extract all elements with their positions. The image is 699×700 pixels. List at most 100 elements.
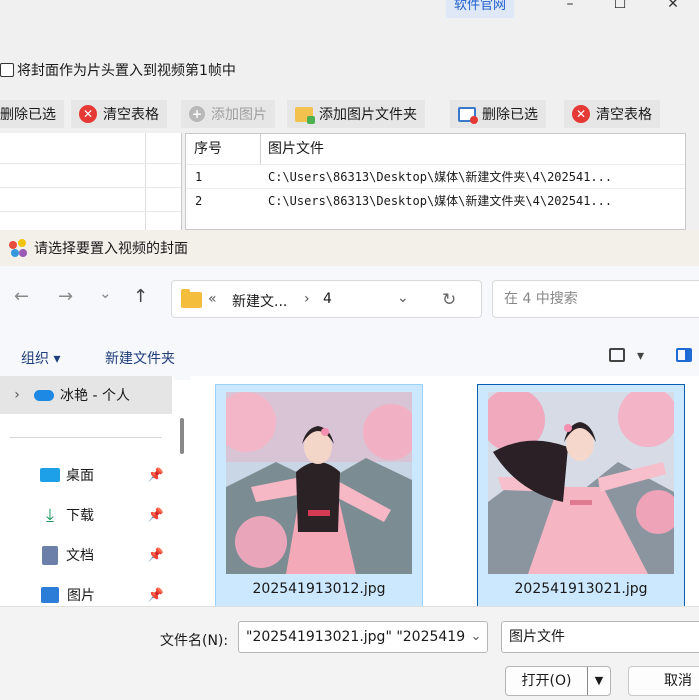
minimize-button[interactable]: – (560, 0, 580, 14)
open-dropdown-arrow-icon[interactable]: ▼ (588, 667, 610, 695)
pin-icon: 📌 (147, 587, 164, 603)
thumbnail-image-2 (488, 392, 674, 574)
breadcrumb-folder[interactable]: 新建文... (232, 291, 287, 311)
sidebar-item-downloads[interactable]: ⤓ 下载 📌 (0, 496, 172, 534)
refresh-icon[interactable]: ↻ (442, 290, 456, 310)
sidebar-item-onedrive[interactable]: › 冰艳 - 个人 (0, 376, 172, 414)
add-image-button[interactable]: + 添加图片 (181, 100, 275, 128)
file-name-input[interactable]: "202541913021.jpg" "20254191 ⌄ (238, 621, 488, 653)
command-bar: 组织 ▾ 新建文件夹 ▾ (0, 332, 699, 380)
table-row[interactable]: 1 C:\Users\86313\Desktop\媒体\新建文件夹\4\2025… (186, 164, 685, 188)
image-thumbnail (488, 392, 674, 574)
clear-table-button-left[interactable]: ✕ 清空表格 (71, 100, 167, 128)
breadcrumb-separator[interactable]: › (304, 291, 310, 307)
add-circle-icon: + (189, 106, 205, 122)
file-name: 202541913012.jpg (252, 581, 386, 597)
desktop-icon (40, 468, 60, 482)
sidebar-scrollbar[interactable] (180, 418, 184, 454)
cover-first-frame-label: 将封面作为片头置入到视频第1帧中 (17, 63, 236, 79)
pin-icon: 📌 (147, 547, 164, 563)
delete-selected-icon (458, 106, 478, 124)
add-image-folder-button[interactable]: 添加图片文件夹 (287, 100, 425, 128)
app-logo-icon (9, 238, 28, 258)
background-app-window: 软件官网 – ☐ ✕ 将封面作为片头置入到视频第1帧中 删除已选 ✕ 清空表格 … (0, 0, 699, 230)
dialog-title: 请选择要置入视频的封面 (34, 241, 188, 257)
close-button[interactable]: ✕ (663, 0, 683, 14)
download-icon: ⤓ (46, 504, 54, 526)
pin-icon: 📌 (147, 467, 164, 483)
clear-table-label-left: 清空表格 (103, 107, 159, 123)
cover-first-frame-checkbox[interactable] (0, 63, 14, 77)
cover-first-frame-option[interactable]: 将封面作为片头置入到视频第1帧中 (0, 60, 236, 80)
column-header-index[interactable]: 序号 (194, 134, 222, 164)
pictures-icon (41, 587, 59, 603)
add-image-folder-label: 添加图片文件夹 (319, 107, 417, 123)
dialog-title-bar: 请选择要置入视频的封面 (0, 230, 699, 266)
document-icon (42, 545, 58, 565)
breadcrumb-overflow[interactable]: « (208, 291, 217, 307)
up-arrow-icon[interactable]: ↑ (133, 286, 148, 307)
sidebar-item-label: 冰艳 - 个人 (60, 388, 130, 404)
cancel-button[interactable]: 取消 (628, 666, 699, 696)
clear-table-button[interactable]: ✕ 清空表格 (564, 100, 660, 128)
image-file-table: 序号 图片文件 1 C:\Users\86313\Desktop\媒体\新建文件… (185, 133, 686, 230)
column-header-file[interactable]: 图片文件 (268, 134, 324, 164)
open-button[interactable]: 打开(O) ▼ (505, 666, 611, 696)
maximize-button[interactable]: ☐ (610, 0, 630, 14)
navigation-pane: › 冰艳 - 个人 桌面 📌 ⤓ 下载 📌 文档 📌 图片 📌 (0, 376, 174, 606)
row-index: 1 (195, 170, 203, 184)
row-file-path: C:\Users\86313\Desktop\媒体\新建文件夹\4\202541… (268, 170, 613, 184)
preview-pane-icon[interactable] (676, 348, 692, 362)
thumbnail-image-1 (226, 392, 412, 574)
sidebar-item-documents[interactable]: 文档 📌 (0, 536, 172, 574)
clear-icon: ✕ (572, 105, 590, 123)
file-grid: 202541913012.jpg 202541913021.jpg (190, 376, 699, 606)
pin-icon: 📌 (147, 507, 164, 523)
delete-selected-label-left: 删除已选 (0, 107, 56, 123)
sidebar-item-label: 文档 (66, 548, 94, 564)
view-menu-chevron-icon[interactable]: ▾ (637, 348, 644, 364)
address-dropdown-chevron-icon[interactable]: ⌄ (397, 290, 409, 306)
add-image-label: 添加图片 (211, 107, 267, 123)
sidebar-item-label: 图片 (67, 588, 95, 604)
onedrive-cloud-icon (34, 389, 54, 401)
dialog-footer: 文件名(N): "202541913021.jpg" "20254191 ⌄ 图… (0, 606, 699, 700)
image-thumbnail (226, 392, 412, 574)
view-mode-icon[interactable] (609, 348, 625, 362)
table-row[interactable]: 2 C:\Users\86313\Desktop\媒体\新建文件夹\4\2025… (186, 188, 685, 212)
row-index: 2 (195, 194, 203, 208)
official-site-link[interactable]: 软件官网 (446, 0, 515, 18)
file-tile[interactable]: 202541913012.jpg (215, 384, 423, 606)
open-file-dialog: 请选择要置入视频的封面 ← → ⌄ ↑ « 新建文... › 4 ⌄ ↻ 在 4… (0, 230, 699, 700)
sidebar-item-label: 桌面 (66, 468, 94, 484)
file-name: 202541913021.jpg (514, 581, 648, 597)
breadcrumb-current[interactable]: 4 (323, 291, 332, 307)
recent-locations-chevron-icon[interactable]: ⌄ (99, 284, 112, 302)
forward-arrow-icon[interactable]: → (58, 286, 73, 307)
clear-icon: ✕ (79, 105, 97, 123)
left-list-panel (0, 133, 182, 230)
file-type-select[interactable]: 图片文件 (501, 621, 699, 653)
file-name-value: "202541913021.jpg" "20254191 (246, 629, 475, 645)
clear-table-label: 清空表格 (596, 107, 652, 123)
search-input[interactable]: 在 4 中搜索 (492, 280, 699, 318)
app-title-bar: 软件官网 – ☐ ✕ (0, 0, 699, 22)
image-folder-icon (295, 106, 315, 124)
delete-selected-label: 删除已选 (482, 107, 538, 123)
open-button-label[interactable]: 打开(O) (506, 667, 588, 695)
back-arrow-icon[interactable]: ← (14, 286, 29, 307)
delete-selected-button[interactable]: 删除已选 (450, 100, 546, 128)
navigation-bar: ← → ⌄ ↑ « 新建文... › 4 ⌄ ↻ 在 4 中搜索 (0, 266, 699, 332)
file-name-dropdown-chevron-icon[interactable]: ⌄ (465, 622, 487, 652)
sidebar-item-label: 下载 (66, 508, 94, 524)
organize-menu[interactable]: 组织 ▾ (21, 348, 60, 368)
address-bar[interactable]: « 新建文... › 4 ⌄ ↻ (171, 280, 482, 318)
image-toolbar: 删除已选 ✕ 清空表格 + 添加图片 添加图片文件夹 删除已选 ✕ 清空表格 (0, 100, 699, 128)
sidebar-item-desktop[interactable]: 桌面 📌 (0, 456, 172, 494)
file-tile-selected[interactable]: 202541913021.jpg (477, 384, 685, 606)
new-folder-button[interactable]: 新建文件夹 (105, 348, 175, 368)
delete-selected-button-left[interactable]: 删除已选 (0, 100, 64, 128)
expand-chevron-icon[interactable]: › (0, 387, 34, 403)
row-file-path: C:\Users\86313\Desktop\媒体\新建文件夹\4\202541… (268, 194, 613, 208)
file-name-label: 文件名(N): (160, 633, 229, 649)
